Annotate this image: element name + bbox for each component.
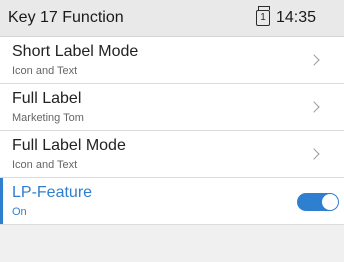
phone-line-icon: 1 (256, 6, 270, 26)
clock: 14:35 (276, 9, 317, 26)
lp-feature-toggle[interactable] (297, 193, 339, 211)
chevron-right-icon (308, 148, 320, 160)
menu-item-lp-feature[interactable]: LP-Feature On (0, 178, 344, 225)
menu-item-label: Full Label Mode (12, 137, 126, 154)
selection-indicator (0, 178, 3, 224)
line-number: 1 (260, 12, 266, 23)
chevron-right-icon (308, 54, 320, 66)
footer-area (0, 225, 344, 262)
chevron-right-icon (308, 101, 320, 113)
menu-item-value: On (12, 206, 27, 218)
menu-item-full-label-mode[interactable]: Full Label Mode Icon and Text (0, 131, 344, 178)
menu-item-label: LP-Feature (12, 184, 93, 201)
menu-item-value: Icon and Text (12, 65, 78, 77)
toggle-knob (322, 194, 338, 210)
page-title: Key 17 Function (8, 9, 124, 26)
menu-item-label: Short Label Mode (12, 43, 139, 60)
menu-item-label: Full Label (12, 90, 82, 107)
menu-item-full-label[interactable]: Full Label Marketing Tom (0, 84, 344, 131)
menu-item-value: Marketing Tom (12, 112, 84, 124)
menu-item-short-label-mode[interactable]: Short Label Mode Icon and Text (0, 37, 344, 84)
menu-item-value: Icon and Text (12, 159, 78, 171)
status-bar: Key 17 Function 1 14:35 (0, 0, 344, 37)
